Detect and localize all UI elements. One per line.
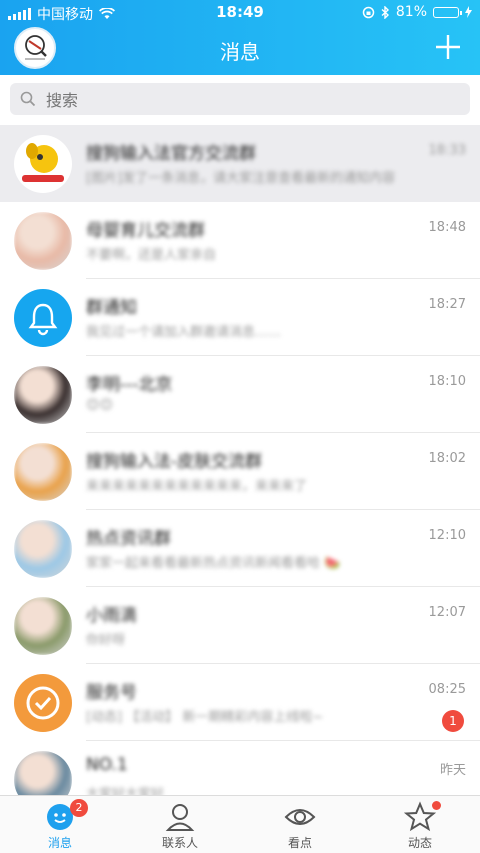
conversation-avatar[interactable]: [14, 212, 72, 270]
search-area: [0, 75, 480, 125]
tab-dot: [432, 801, 441, 810]
tab-label: 看点: [287, 836, 312, 850]
search-bar[interactable]: [10, 83, 470, 117]
conversation-preview: 来来来来来来来来来来来来，来来来了: [86, 479, 308, 494]
conversation-avatar[interactable]: [14, 597, 72, 655]
tab-moments[interactable]: 动态: [360, 796, 480, 853]
conversation-name: 搜狗输入法官方交流群: [86, 144, 256, 164]
conversation-preview: 我见过一个请加入群邀请消息……: [86, 325, 282, 340]
tab-label: 联系人: [161, 836, 198, 850]
photo-outdoor-avatar: [14, 597, 72, 655]
cartoon-couple-avatar: [14, 520, 72, 578]
conversation-row[interactable]: 李明---北京 😊😊 18:10: [0, 356, 480, 433]
conversation-name: 群通知: [86, 298, 137, 318]
conversation-list: 搜狗输入法官方交流群 [图片]发了一条消息，请大家注意查看最新的通知内容 18:…: [0, 125, 480, 818]
conversation-preview: 不要啊，还是人家亲自: [86, 248, 217, 263]
tab-badge: 2: [70, 799, 88, 817]
search-input[interactable]: [44, 83, 448, 117]
tab-label: 消息: [47, 836, 72, 850]
conversation-row[interactable]: 搜狗输入法-皮肤交流群 来来来来来来来来来来来来，来来来了 18:02: [0, 433, 480, 510]
conversation-avatar[interactable]: [14, 135, 72, 193]
lock-rotation-icon: [362, 6, 375, 18]
conversation-row[interactable]: 群通知 我见过一个请加入群邀请消息…… 18:27: [0, 279, 480, 356]
status-right: 81%: [362, 4, 472, 20]
conversation-name: 热点资讯群: [86, 529, 171, 549]
conversation-preview: 你好呀: [86, 633, 126, 648]
conversation-name: 小雨滴: [86, 606, 137, 626]
conversation-time: 18:33: [428, 143, 466, 158]
conversation-avatar[interactable]: [14, 289, 72, 347]
conversation-name: NO.1: [86, 755, 128, 775]
dog-logo-icon: [14, 135, 72, 193]
conversation-row[interactable]: 热点资讯群 家家一起来看看最新热点资讯新闻看看哈 🍉 12:10: [0, 510, 480, 587]
conversation-time: 12:07: [428, 605, 466, 620]
photo-woman-avatar: [14, 212, 72, 270]
bell-icon: [14, 289, 72, 347]
conversation-time: 08:25: [428, 682, 466, 697]
bluetooth-icon: [381, 5, 389, 19]
conversation-row[interactable]: 搜狗输入法官方交流群 [图片]发了一条消息，请大家注意查看最新的通知内容 18:…: [0, 125, 480, 202]
conversation-preview: [动态] 【活动】 新一期精彩内容上线啦~: [86, 710, 324, 725]
conversation-name: 母婴育儿交流群: [86, 221, 205, 241]
conversation-avatar[interactable]: [14, 520, 72, 578]
unread-badge: 1: [442, 710, 464, 732]
plus-icon[interactable]: [434, 33, 462, 61]
conversation-time: 昨天: [439, 763, 466, 778]
conversation-avatar[interactable]: [14, 443, 72, 501]
conversation-time: 18:02: [428, 451, 466, 466]
eye-icon: [284, 809, 316, 825]
service-check-icon: [14, 674, 72, 732]
search-icon: [20, 91, 36, 107]
conversation-preview: 家家一起来看看最新热点资讯新闻看看哈 🍉: [86, 556, 341, 571]
conversation-name: 搜狗输入法-皮肤交流群: [86, 452, 263, 472]
conversation-name: 服务号: [86, 683, 137, 703]
conversation-preview: 😊😊: [86, 398, 114, 413]
conversation-avatar[interactable]: [14, 674, 72, 732]
conversation-time: 18:10: [428, 374, 466, 389]
conversation-time: 18:48: [428, 220, 466, 235]
conversation-time: 12:10: [428, 528, 466, 543]
conversation-row[interactable]: 小雨滴 你好呀 12:07: [0, 587, 480, 664]
tab-contacts[interactable]: 联系人: [120, 796, 240, 853]
conversation-row[interactable]: 母婴育儿交流群 不要啊，还是人家亲自 18:48: [0, 202, 480, 279]
tab-label: 动态: [407, 836, 432, 850]
battery-icon: [433, 6, 462, 18]
tab-bar: 消息 2 联系人 看点 动态: [0, 795, 480, 853]
contacts-icon: [165, 804, 195, 831]
charging-icon: [465, 6, 472, 18]
status-bar: 中国移动 18:49 81%: [0, 0, 480, 26]
conversation-time: 18:27: [428, 297, 466, 312]
tab-explore[interactable]: 看点: [240, 796, 360, 853]
app-header: 中国移动 18:49 81% 消息: [0, 0, 480, 75]
battery-percent: 81%: [395, 4, 427, 20]
conversation-row[interactable]: 服务号 [动态] 【活动】 新一期精彩内容上线啦~ 08:25 1: [0, 664, 480, 741]
colorful-logo-avatar: [14, 443, 72, 501]
page-title: 消息: [220, 40, 260, 64]
conversation-preview: [图片]发了一条消息，请大家注意查看最新的通知内容: [86, 171, 396, 186]
tab-messages[interactable]: 消息 2: [0, 796, 120, 853]
photo-girl-avatar: [14, 366, 72, 424]
conversation-name: 李明---北京: [86, 375, 173, 395]
conversation-avatar[interactable]: [14, 366, 72, 424]
